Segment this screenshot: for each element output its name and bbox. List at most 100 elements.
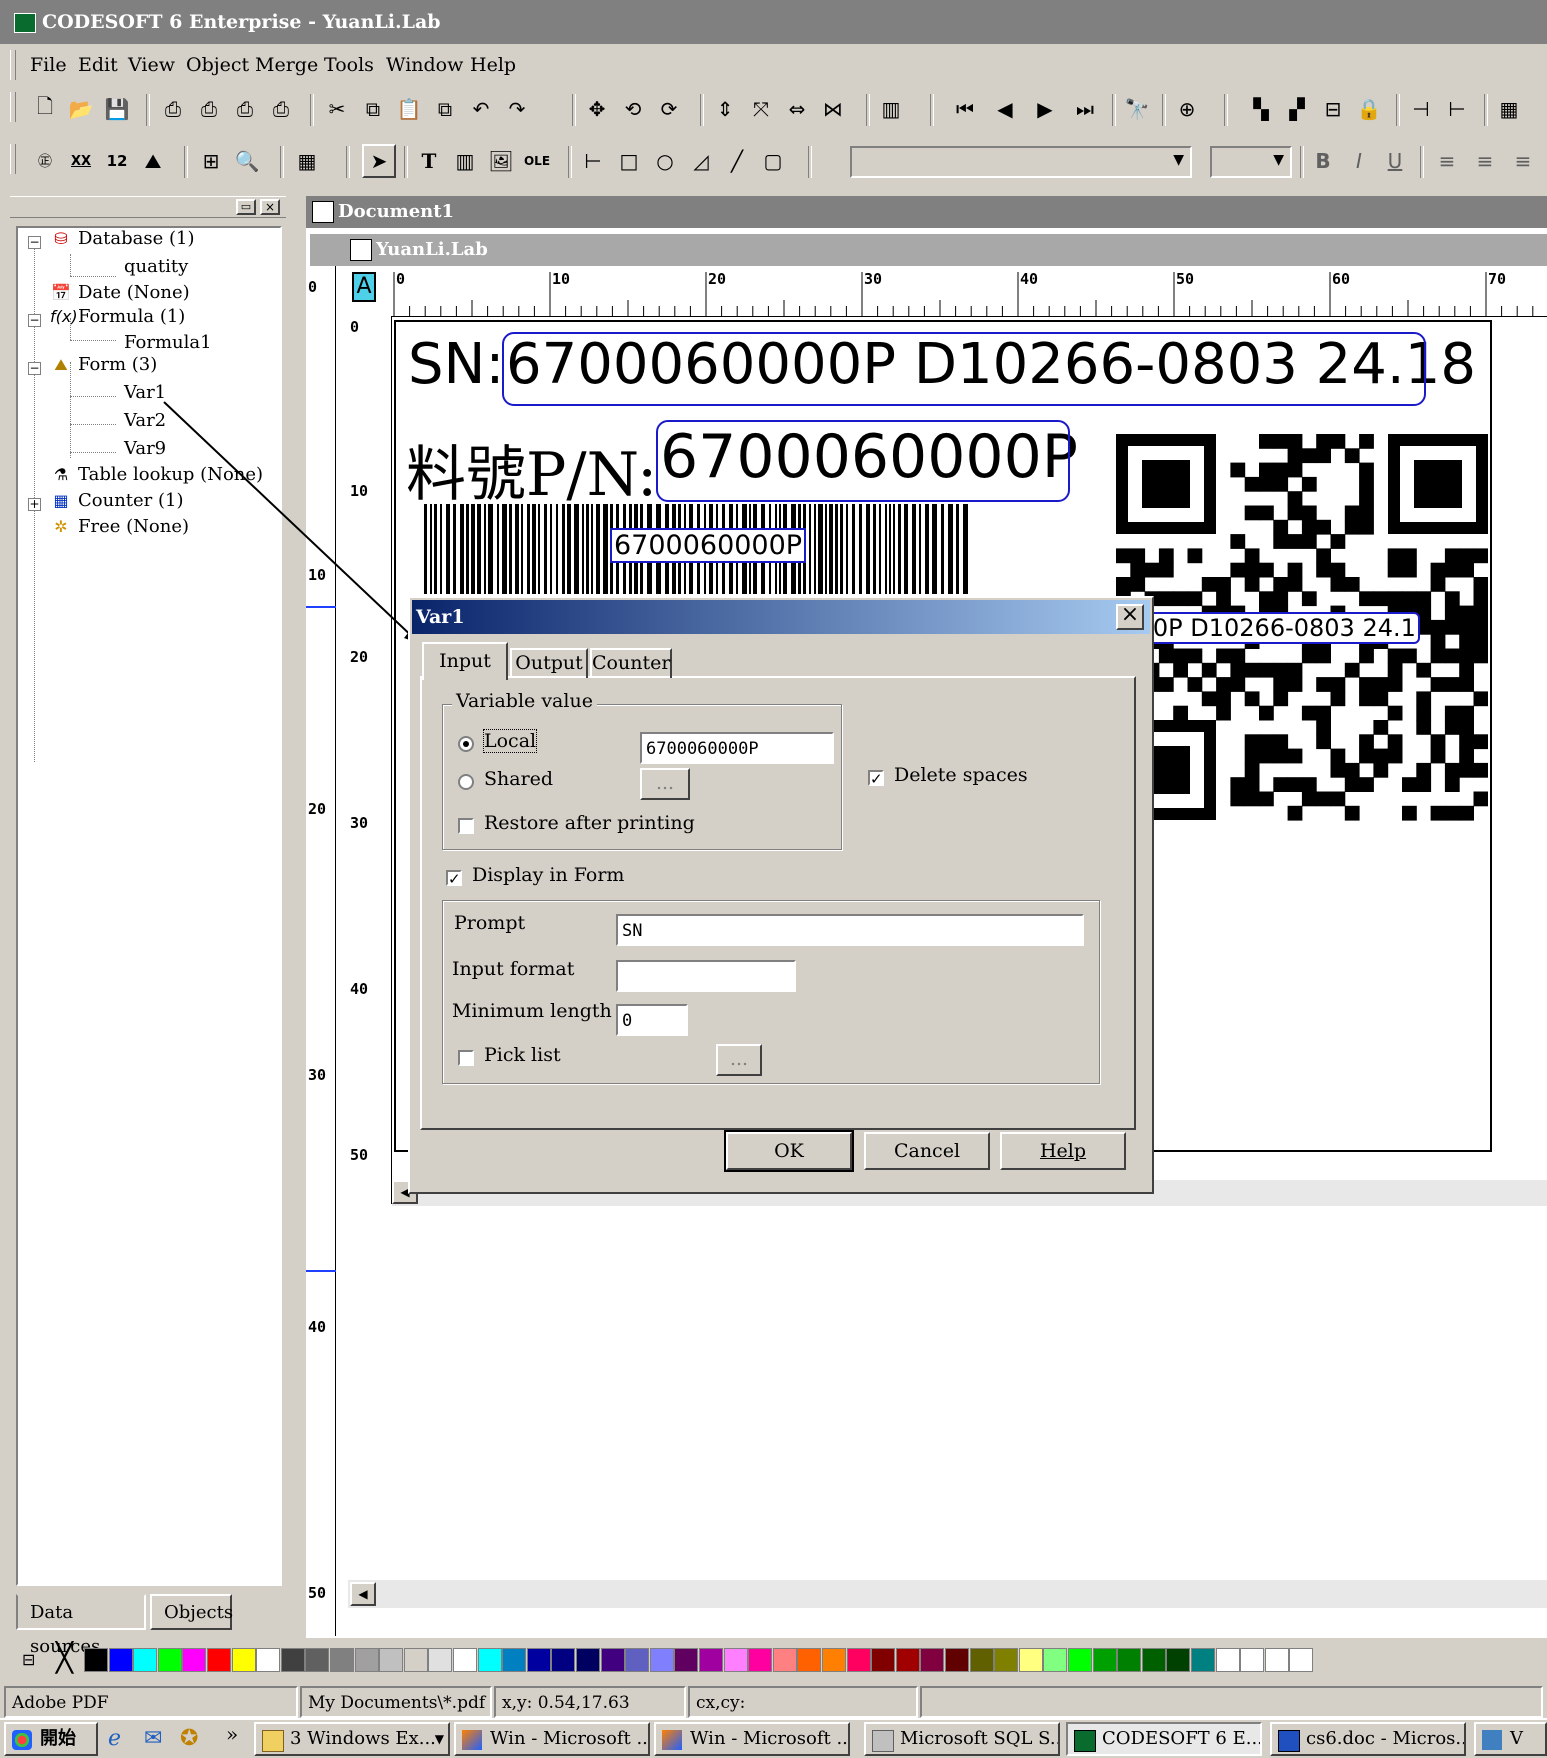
collapse-form-icon[interactable]: − [28, 362, 41, 375]
diagonal-line-tool-icon[interactable]: ╱ [722, 146, 752, 176]
color-swatch[interactable] [1043, 1648, 1068, 1672]
send-back-icon[interactable]: ▞ [1282, 94, 1312, 124]
task-microsoft-sql[interactable]: Microsoft SQL S... [864, 1722, 1060, 1756]
context-help-icon[interactable]: ⊕ [1172, 94, 1202, 124]
tree-free[interactable]: ✲ Free (None) [50, 516, 189, 537]
display-in-form-checkbox[interactable]: ✓ [446, 870, 462, 887]
color-swatch[interactable] [1191, 1648, 1215, 1672]
redo-icon[interactable]: ↷ [502, 94, 532, 124]
tree-counter[interactable]: ▦ Counter (1) [50, 490, 183, 511]
color-swatch[interactable] [625, 1648, 650, 1672]
bold-button[interactable]: B [1308, 146, 1338, 176]
tab-input[interactable]: Input [422, 642, 508, 680]
color-swatch[interactable] [428, 1648, 453, 1672]
color-swatch[interactable] [403, 1648, 428, 1672]
color-swatch[interactable] [108, 1648, 133, 1672]
rounded-rect-tool-icon[interactable]: ▢ [758, 146, 788, 176]
italic-button[interactable]: I [1344, 146, 1374, 176]
color-swatch[interactable] [84, 1648, 108, 1672]
toolbar-grip[interactable] [10, 144, 16, 174]
tree-form[interactable]: ⛰ Form (3) [50, 354, 157, 375]
help-button[interactable]: Help [1000, 1132, 1126, 1170]
text-align-center-icon[interactable]: ≡ [1470, 146, 1500, 176]
task-cs6-doc[interactable]: cs6.doc - Micros... [1270, 1722, 1466, 1756]
last-record-icon[interactable]: ⏭ [1070, 94, 1100, 124]
restore-checkbox[interactable] [458, 818, 474, 834]
previous-record-icon[interactable]: ◀ [990, 94, 1020, 124]
print-preview-icon[interactable]: ⎙ [194, 94, 224, 124]
color-swatch[interactable] [772, 1648, 797, 1672]
expand-counter-icon[interactable]: + [28, 498, 41, 511]
ie-quicklaunch-icon[interactable]: ℯ [108, 1726, 121, 1751]
counter-12-icon[interactable]: 12 [102, 146, 132, 176]
group-icon[interactable]: ⊟ [1318, 94, 1348, 124]
panel-float-icon[interactable]: ▭ [236, 199, 256, 215]
duplicate-icon[interactable]: ⧉ [430, 94, 460, 124]
paste-icon[interactable]: 📋 [394, 94, 424, 124]
image-tool-icon[interactable]: 🖼 [486, 146, 516, 176]
form-icon[interactable]: ⛰ [138, 146, 168, 176]
color-swatch[interactable] [797, 1648, 822, 1672]
color-swatch[interactable] [723, 1648, 748, 1672]
color-swatch[interactable] [699, 1648, 723, 1672]
color-swatch[interactable] [1264, 1648, 1289, 1672]
tab-counter[interactable]: Counter [590, 648, 672, 678]
collapse-formula-icon[interactable]: − [28, 314, 41, 327]
media-quicklaunch-icon[interactable]: ✪ [180, 1726, 198, 1751]
tree-table-lookup[interactable]: ⚗ Table lookup (None) [50, 464, 263, 485]
color-swatch[interactable] [453, 1648, 477, 1672]
color-swatch[interactable] [526, 1648, 551, 1672]
color-swatch[interactable] [822, 1648, 846, 1672]
open-folder-icon[interactable]: 📂 [66, 94, 96, 124]
font-size-dropdown[interactable]: ▼ [1210, 146, 1292, 178]
menu-view[interactable]: View [128, 54, 175, 76]
copy-icon[interactable]: ⧉ [358, 94, 388, 124]
save-icon[interactable]: 💾 [102, 94, 132, 124]
ok-button[interactable]: OK [724, 1130, 854, 1172]
color-swatch[interactable] [1166, 1648, 1191, 1672]
align-left-icon[interactable]: ⊣ [1406, 94, 1436, 124]
ole-tool-icon[interactable]: OLE [522, 146, 552, 176]
color-swatch[interactable] [477, 1648, 502, 1672]
task-codesoft[interactable]: CODESOFT 6 E... [1066, 1722, 1262, 1756]
underline-button[interactable]: U [1380, 146, 1410, 176]
align-horizontal-icon[interactable]: ⇔ [782, 94, 812, 124]
first-record-icon[interactable]: ⏮ [950, 94, 980, 124]
align-right-icon[interactable]: ⊢ [1442, 94, 1472, 124]
pick-list-browse-button[interactable]: ... [716, 1044, 762, 1076]
rectangle-tool-icon[interactable]: □ [614, 146, 644, 176]
cancel-button[interactable]: Cancel [864, 1132, 990, 1170]
ellipse-tool-icon[interactable]: ○ [650, 146, 680, 176]
label-a-badge[interactable]: A [352, 272, 376, 302]
text-align-right-icon[interactable]: ≡ [1508, 146, 1538, 176]
barcode-tool-icon[interactable]: ▥ [450, 146, 480, 176]
input-format-input[interactable] [616, 960, 796, 992]
panel-close-icon[interactable]: × [260, 199, 280, 215]
color-swatch[interactable] [1215, 1648, 1240, 1672]
prompt-input[interactable]: SN [616, 914, 1084, 946]
tree-var2[interactable]: Var2 [124, 410, 166, 431]
delete-spaces-checkbox[interactable]: ✓ [868, 770, 884, 787]
color-swatch[interactable] [871, 1648, 896, 1672]
color-swatch[interactable] [256, 1648, 281, 1672]
document-horizontal-scrollbar[interactable]: ◀ [348, 1580, 1547, 1608]
color-swatch[interactable] [502, 1648, 527, 1672]
color-swatch[interactable] [1240, 1648, 1265, 1672]
spacing-horizontal-icon[interactable]: ⋈ [818, 94, 848, 124]
start-button[interactable]: 開始 [4, 1722, 98, 1756]
print-setup-icon[interactable]: ⎙ [158, 94, 188, 124]
tab-data-sources[interactable]: Data sources [16, 1594, 146, 1657]
tree-database[interactable]: ⛁ Database (1) [50, 228, 194, 249]
outlook-quicklaunch-icon[interactable]: ✉ [144, 1726, 162, 1751]
variable-data-icon[interactable]: ㊣ [30, 146, 60, 176]
bring-front-icon[interactable]: ▚ [1246, 94, 1276, 124]
color-swatch[interactable] [207, 1648, 231, 1672]
task-win-microsoft-1[interactable]: Win - Microsoft ... [454, 1722, 650, 1756]
dialog-close-icon[interactable]: × [1116, 604, 1144, 630]
color-swatch[interactable] [649, 1648, 674, 1672]
color-swatch[interactable] [994, 1648, 1019, 1672]
color-swatch[interactable] [551, 1648, 576, 1672]
color-swatch[interactable] [1117, 1648, 1142, 1672]
local-radio[interactable] [458, 736, 474, 752]
spacing-vertical-icon[interactable]: ⤧ [746, 94, 776, 124]
